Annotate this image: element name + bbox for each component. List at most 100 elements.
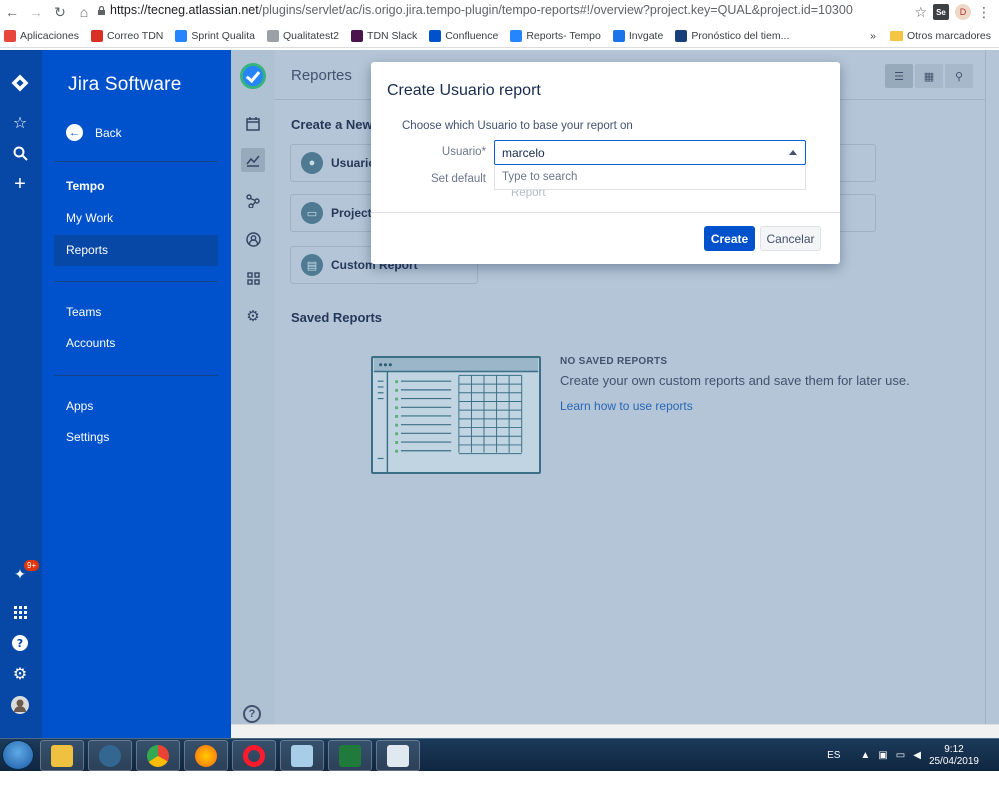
- sidebar-item-teams[interactable]: Teams: [54, 297, 218, 328]
- saved-reports-heading: Saved Reports: [291, 310, 383, 325]
- bookmark-item[interactable]: Confluence: [429, 29, 498, 42]
- page-title: Reportes: [291, 67, 352, 84]
- empty-state-text: Create your own custom reports and save …: [560, 373, 910, 388]
- reports-chart-icon[interactable]: [241, 148, 265, 172]
- back-link[interactable]: ← Back: [66, 124, 122, 141]
- bookmark-item[interactable]: TDN Slack: [351, 29, 418, 42]
- list-view-icon[interactable]: ☰: [885, 64, 913, 88]
- volume-icon[interactable]: ◀: [913, 750, 921, 761]
- other-bookmarks[interactable]: Otros marcadores: [889, 30, 991, 42]
- sidebar-item-apps[interactable]: Apps: [54, 391, 218, 422]
- postgres-icon[interactable]: [88, 740, 132, 771]
- caret-up-icon[interactable]: [789, 150, 797, 155]
- calendar-icon[interactable]: [241, 112, 265, 136]
- filter-icon[interactable]: ⚲: [945, 64, 973, 88]
- grid-view-icon[interactable]: ▦: [915, 64, 943, 88]
- network-icon[interactable]: ▣: [878, 750, 887, 761]
- workflow-icon[interactable]: [241, 189, 265, 213]
- bookmark-favicon-icon: [90, 29, 103, 42]
- search-icon[interactable]: [9, 142, 31, 164]
- user-circle-icon[interactable]: [241, 227, 265, 251]
- clock-date: 25/04/2019: [928, 755, 979, 767]
- divider: [54, 281, 218, 282]
- chrome-icon[interactable]: [136, 740, 180, 771]
- user-icon: ●: [301, 152, 323, 174]
- folder-icon: ▭: [301, 202, 323, 224]
- tempo-logo-icon[interactable]: [240, 63, 266, 89]
- create-button[interactable]: Create: [704, 226, 755, 251]
- clock[interactable]: 9:12 25/04/2019: [929, 744, 979, 768]
- notes-icon[interactable]: [280, 740, 324, 771]
- more-bookmarks-button[interactable]: »: [870, 30, 876, 42]
- settings-gear-icon[interactable]: ⚙: [241, 304, 265, 328]
- opera-icon[interactable]: [232, 740, 276, 771]
- learn-reports-link[interactable]: Learn how to use reports: [560, 399, 693, 413]
- screen-bottom: [0, 771, 999, 799]
- reload-icon[interactable]: ↻: [48, 0, 72, 24]
- monitor-icon[interactable]: ▭: [896, 750, 905, 761]
- vertical-scrollbar[interactable]: [985, 50, 999, 724]
- view-toggle: ☰ ▦ ⚲: [885, 64, 973, 88]
- back-arrow-icon[interactable]: ←: [0, 0, 24, 24]
- document-icon: ▤: [301, 254, 323, 276]
- jira-logo-icon[interactable]: [9, 72, 31, 94]
- bookmark-item[interactable]: Reports- Tempo: [510, 29, 601, 42]
- home-icon[interactable]: ⌂: [72, 0, 96, 24]
- horizontal-scrollbar[interactable]: [231, 724, 999, 738]
- plus-icon[interactable]: +: [9, 173, 31, 195]
- language-indicator[interactable]: ES: [827, 750, 840, 761]
- bookmark-item[interactable]: Sprint Qualita: [175, 29, 255, 42]
- file-explorer-icon[interactable]: [40, 740, 84, 771]
- bookmark-item[interactable]: Pronóstico del tiem...: [675, 29, 790, 42]
- settings-gear-icon[interactable]: ⚙: [9, 663, 31, 685]
- excel-icon[interactable]: [328, 740, 372, 771]
- bookmark-item[interactable]: Correo TDN: [90, 29, 164, 42]
- bookmark-item[interactable]: Aplicaciones: [4, 29, 79, 42]
- back-label: Back: [95, 125, 122, 140]
- grid-apps-icon[interactable]: [241, 266, 265, 290]
- paint-icon[interactable]: [376, 740, 420, 771]
- app-switcher-icon[interactable]: [9, 601, 31, 623]
- bookmark-label: Reports- Tempo: [526, 29, 601, 42]
- bookmark-label: Sprint Qualita: [191, 29, 255, 42]
- profile-avatar[interactable]: D: [955, 4, 971, 20]
- star-icon[interactable]: ☆: [914, 4, 927, 21]
- firefox-icon[interactable]: [184, 740, 228, 771]
- forward-arrow-icon[interactable]: →: [24, 0, 48, 24]
- bookmark-item[interactable]: Qualitatest2: [266, 29, 339, 42]
- sidebar-item-accounts[interactable]: Accounts: [54, 328, 218, 359]
- empty-table-illustration: [371, 356, 541, 474]
- help-icon[interactable]: ?: [9, 632, 31, 654]
- bookmark-label: TDN Slack: [367, 29, 418, 42]
- usuario-input[interactable]: [494, 140, 806, 165]
- usuario-dropdown[interactable]: Type to search: [494, 165, 806, 190]
- extension-icon[interactable]: Se: [933, 4, 949, 20]
- bookmark-favicon-icon: [175, 29, 188, 42]
- tray-arrow-icon[interactable]: ▲: [860, 750, 870, 761]
- bookmark-favicon-icon: [351, 29, 364, 42]
- menu-dots-icon[interactable]: ⋮: [977, 4, 991, 21]
- project-sidebar: Jira Software ← Back Tempo My Work Repor…: [42, 50, 231, 738]
- create-heading: Create a New: [291, 117, 373, 132]
- sidebar-item-my-work[interactable]: My Work: [54, 203, 218, 234]
- bookmark-item[interactable]: Invgate: [612, 29, 663, 42]
- arrow-left-icon: ←: [66, 124, 83, 141]
- user-avatar[interactable]: [9, 694, 31, 716]
- bookmark-label: Pronóstico del tiem...: [691, 29, 790, 42]
- sidebar-item-settings[interactable]: Settings: [54, 422, 218, 453]
- cancel-button[interactable]: Cancelar: [760, 226, 821, 251]
- bookmark-label: Aplicaciones: [20, 29, 79, 42]
- start-button[interactable]: [2, 740, 34, 770]
- system-tray: ES ▲ ▣ ▭ ◀ 9:12 25/04/2019: [827, 739, 999, 772]
- sidebar-item-reports[interactable]: Reports: [54, 235, 218, 266]
- star-icon[interactable]: ☆: [9, 112, 31, 134]
- global-nav: ☆ + ✦ 9+ ? ⚙: [0, 50, 42, 738]
- bookmark-label: Correo TDN: [106, 29, 164, 42]
- address-bar[interactable]: https://tecneg.atlassian.net/plugins/ser…: [110, 3, 853, 17]
- help-circle-icon[interactable]: ?: [243, 705, 261, 723]
- sidebar-section-tempo[interactable]: Tempo: [54, 171, 218, 202]
- folder-icon: [889, 31, 903, 41]
- bookmark-favicon-icon: [675, 29, 688, 42]
- apps-grid-icon: [4, 29, 16, 42]
- card-label: Usuario: [331, 156, 376, 170]
